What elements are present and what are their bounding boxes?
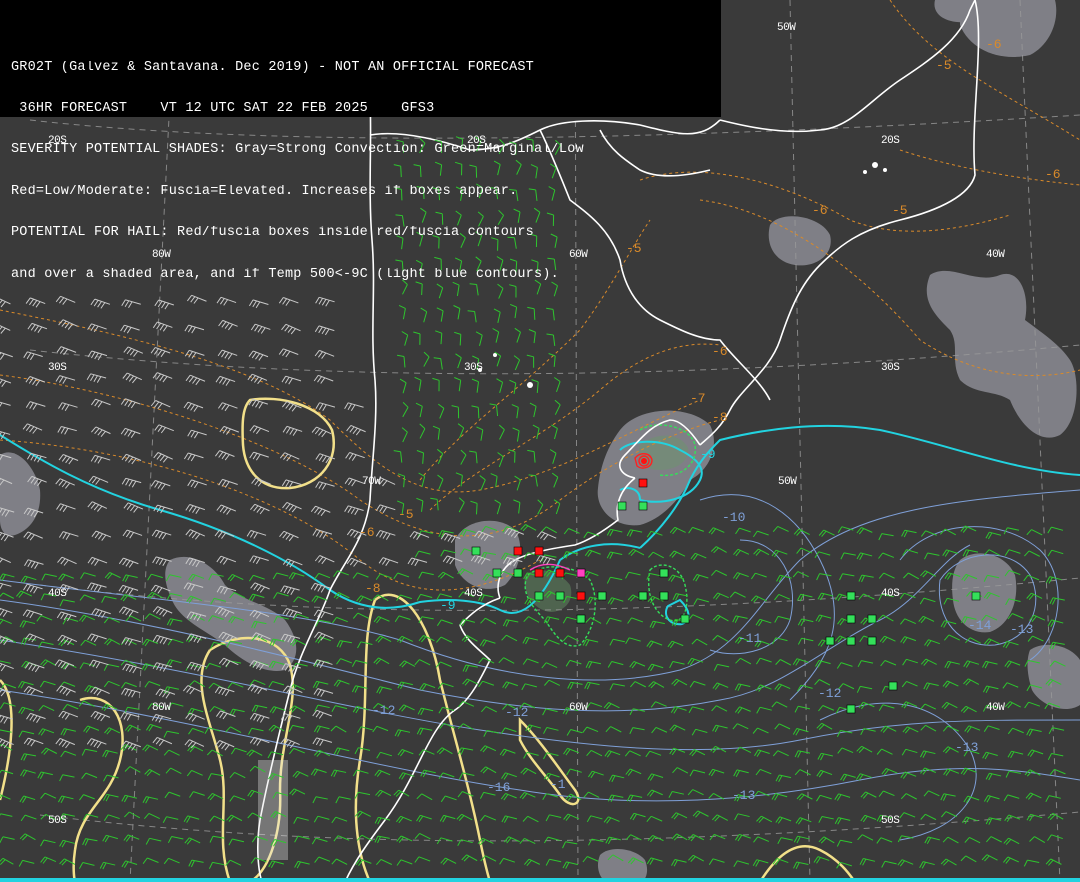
red-moderate-box — [576, 591, 586, 601]
grid-label: 40S — [881, 588, 900, 600]
green-marginal-box — [846, 614, 856, 624]
contour-label: -12 — [818, 686, 842, 701]
green-marginal-box — [888, 681, 898, 691]
header-line-4: Red=Low/Moderate: Fuscia=Elevated. Incre… — [11, 184, 518, 199]
grid-label: 40W — [986, 702, 1005, 714]
contour-label: -6 — [1045, 167, 1061, 182]
header-line-2: 36HR FORECAST VT 12 UTC SAT 22 FEB 2025 … — [11, 101, 435, 116]
contour-label: -9 — [700, 447, 716, 462]
green-marginal-box — [867, 636, 877, 646]
forecast-header: GR02T (Galvez & Santavana. Dec 2019) - N… — [0, 0, 721, 281]
green-marginal-box — [471, 546, 481, 556]
contour-label: -6 — [812, 203, 828, 218]
contour-label: -16 — [487, 780, 511, 795]
red-moderate-box — [555, 568, 565, 578]
contour-label: -11 — [738, 631, 762, 646]
header-line-3: SEVERITY POTENTIAL SHADES: Gray=Strong C… — [11, 143, 584, 158]
grid-label: 60W — [569, 249, 588, 261]
green-marginal-box — [846, 591, 856, 601]
green-marginal-box — [513, 568, 523, 578]
green-marginal-box — [492, 568, 502, 578]
grid-label: 40S — [48, 588, 67, 600]
green-marginal-box — [680, 614, 690, 624]
contour-label: -6 — [986, 37, 1002, 52]
contour-label: -5 — [626, 241, 642, 256]
contour-label: -8 — [712, 410, 728, 425]
contour-label: -8 — [365, 581, 381, 596]
green-marginal-box — [534, 591, 544, 601]
fuscia-elevated-box — [576, 568, 586, 578]
grid-label: 50W — [778, 476, 797, 488]
red-moderate-box — [534, 546, 544, 556]
grid-label: 80W — [152, 702, 171, 714]
grid-label: 40W — [986, 249, 1005, 261]
contour-label: -12 — [505, 705, 529, 720]
contour-label: -5 — [892, 203, 908, 218]
contour-label: -6 — [359, 525, 375, 540]
header-line-6: and over a shaded area, and if Temp 500<… — [11, 267, 559, 282]
red-moderate-box — [513, 546, 523, 556]
contour-label: -1 — [550, 777, 566, 792]
green-marginal-box — [638, 591, 648, 601]
header-line-1: GR02T (Galvez & Santavana. Dec 2019) - N… — [11, 60, 534, 75]
grid-label: 80W — [152, 249, 171, 261]
contour-label: -12 — [372, 703, 396, 718]
grid-label: 30S — [881, 362, 900, 374]
green-marginal-box — [617, 501, 627, 511]
green-marginal-box — [846, 636, 856, 646]
grid-label: 50S — [881, 815, 900, 827]
contour-label: -7 — [690, 391, 706, 406]
grid-label: 30S — [48, 362, 67, 374]
green-marginal-box — [597, 591, 607, 601]
contour-label: -13 — [732, 788, 756, 803]
red-moderate-box — [638, 478, 648, 488]
grid-label: 20S — [881, 135, 900, 147]
grid-label: 40S — [464, 588, 483, 600]
contour-label: -9 — [440, 598, 456, 613]
grid-label: 50W — [777, 22, 796, 34]
contour-label: -13 — [955, 740, 979, 755]
grid-label: 70W — [362, 476, 381, 488]
green-marginal-box — [846, 704, 856, 714]
grid-label: 20S — [48, 135, 67, 147]
contour-label: -10 — [722, 510, 746, 525]
contour-label: -5 — [936, 58, 952, 73]
grid-label: 60W — [569, 702, 588, 714]
contour-label: -13 — [1010, 622, 1034, 637]
green-marginal-box — [971, 591, 981, 601]
grid-label: 30S — [464, 362, 483, 374]
grid-label: 50S — [48, 815, 67, 827]
green-marginal-box — [638, 501, 648, 511]
contour-label: -14 — [968, 618, 992, 633]
green-marginal-box — [825, 636, 835, 646]
green-marginal-box — [555, 591, 565, 601]
contour-label: -5 — [398, 507, 414, 522]
header-line-5: POTENTIAL FOR HAIL: Red/fuscia boxes ins… — [11, 226, 534, 240]
green-marginal-box — [659, 591, 669, 601]
green-marginal-box — [576, 614, 586, 624]
red-hail-marker — [641, 458, 647, 464]
red-moderate-box — [534, 568, 544, 578]
contour-label: -6 — [712, 344, 728, 359]
grid-label: 20S — [467, 135, 486, 147]
green-marginal-box — [659, 568, 669, 578]
green-marginal-box — [867, 614, 877, 624]
bottom-contour-edge — [0, 878, 1080, 882]
